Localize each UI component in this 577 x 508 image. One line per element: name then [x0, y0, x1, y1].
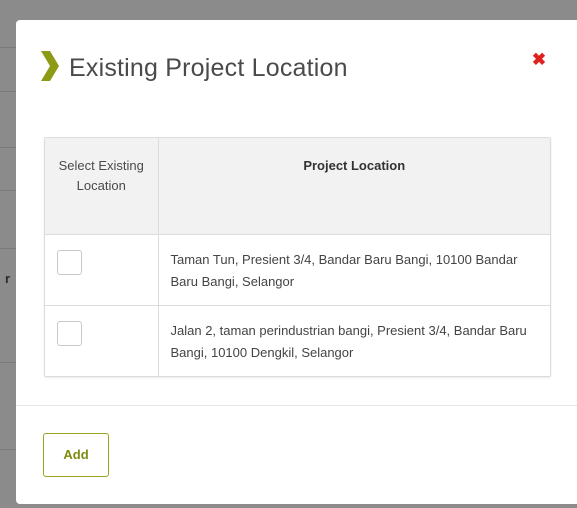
checkbox-cell — [45, 304, 159, 376]
location-table: Select Existing Location Project Locatio… — [44, 137, 551, 377]
select-location-checkbox[interactable] — [57, 320, 82, 346]
table-header-row: Select Existing Location Project Locatio… — [45, 138, 550, 235]
footer-divider — [16, 405, 577, 406]
chevron-right-icon — [41, 51, 59, 81]
table-row: Taman Tun, Presient 3/4, Bandar Baru Ban… — [45, 234, 550, 305]
close-icon[interactable]: ✖ — [531, 50, 547, 70]
location-cell: Taman Tun, Presient 3/4, Bandar Baru Ban… — [170, 251, 518, 289]
modal-title: Existing Project Location — [69, 54, 348, 82]
existing-location-modal: Existing Project Location ✖ Select Exist… — [16, 20, 577, 504]
table-row: Jalan 2, taman perindustrian bangi, Pres… — [45, 304, 550, 376]
project-location-column-header: Project Location — [158, 138, 550, 235]
select-column-header: Select Existing Location — [45, 138, 159, 235]
checkbox-cell — [45, 234, 159, 305]
modal-header: Existing Project Location ✖ — [16, 20, 577, 120]
location-cell: Jalan 2, taman perindustrian bangi, Pres… — [158, 304, 550, 376]
add-button[interactable]: Add — [43, 433, 109, 477]
select-location-checkbox[interactable] — [57, 249, 82, 275]
background-text-fragment: r — [5, 271, 11, 286]
